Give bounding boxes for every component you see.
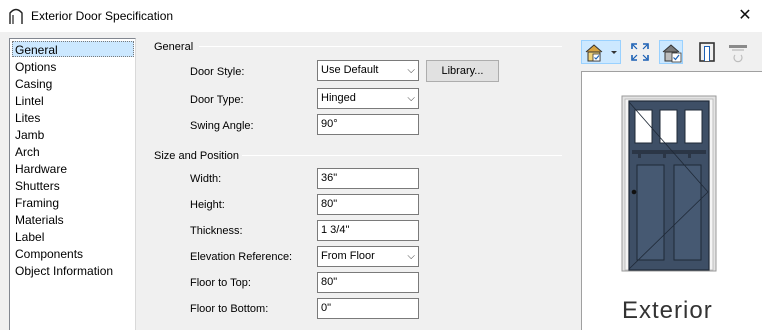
category-list[interactable]: General Options Casing Lintel Lites Jamb… xyxy=(9,38,136,330)
floor-to-bottom-field[interactable]: 0" xyxy=(317,298,419,319)
nav-item-hardware[interactable]: Hardware xyxy=(13,161,69,177)
size-group-title: Size and Position xyxy=(154,150,239,162)
door-style-label: Door Style: xyxy=(190,66,245,78)
door-preview-image xyxy=(621,95,717,272)
chevron-down-icon: ⌵ xyxy=(407,65,415,76)
door-type-label: Door Type: xyxy=(190,94,244,106)
house-check-icon xyxy=(662,44,682,63)
chevron-down-icon: ⌵ xyxy=(407,251,415,262)
nav-item-object-information[interactable]: Object Information xyxy=(13,263,115,279)
toggle-material-view-button[interactable] xyxy=(659,40,683,64)
door-type-value: Hinged xyxy=(321,92,356,104)
nav-item-lintel[interactable]: Lintel xyxy=(13,93,46,109)
height-field[interactable]: 80" xyxy=(317,194,419,215)
close-button[interactable]: ✕ xyxy=(734,6,756,26)
nav-item-general[interactable]: General xyxy=(12,41,134,57)
nav-item-components[interactable]: Components xyxy=(13,246,85,262)
thickness-label: Thickness: xyxy=(190,225,243,237)
library-button[interactable]: Library... xyxy=(426,60,499,82)
swing-angle-label: Swing Angle: xyxy=(190,120,254,132)
nav-item-framing[interactable]: Framing xyxy=(13,195,61,211)
nav-item-materials[interactable]: Materials xyxy=(13,212,66,228)
elevation-reference-label: Elevation Reference: xyxy=(190,251,293,263)
fill-window-button[interactable] xyxy=(628,40,652,64)
preview-caption: Exterior xyxy=(622,297,713,324)
door-style-value: Use Default xyxy=(321,64,379,76)
elevation-reference-dropdown[interactable]: From Floor ⌵ xyxy=(317,246,419,267)
door-type-dropdown[interactable]: Hinged ⌵ xyxy=(317,88,419,109)
nav-item-label[interactable]: Label xyxy=(13,229,46,245)
nav-item-arch[interactable]: Arch xyxy=(13,144,42,160)
nav-item-options[interactable]: Options xyxy=(13,59,58,75)
title-bar: Exterior Door Specification ✕ xyxy=(0,0,762,32)
size-group-divider xyxy=(242,155,562,156)
width-field[interactable]: 36" xyxy=(317,168,419,189)
elevation-reference-value: From Floor xyxy=(321,250,375,262)
nav-item-casing[interactable]: Casing xyxy=(13,76,54,92)
door-frame-icon xyxy=(699,42,715,62)
show-jamb-button[interactable] xyxy=(695,40,719,64)
floor-to-top-field[interactable]: 80" xyxy=(317,272,419,293)
house-view-icon xyxy=(585,44,617,62)
window-title: Exterior Door Specification xyxy=(31,9,174,23)
reverse-view-button[interactable] xyxy=(726,40,750,64)
nav-item-lites[interactable]: Lites xyxy=(13,110,42,126)
width-label: Width: xyxy=(190,173,222,185)
door-preview-panel: Exterior xyxy=(581,71,762,330)
view-type-dropdown-button[interactable] xyxy=(581,40,621,64)
general-group-divider xyxy=(199,46,562,47)
nav-item-jamb[interactable]: Jamb xyxy=(13,127,46,143)
door-app-icon xyxy=(9,8,23,24)
chevron-down-icon: ⌵ xyxy=(407,93,415,104)
floor-to-bottom-label: Floor to Bottom: xyxy=(190,303,269,315)
general-group-title: General xyxy=(154,41,194,53)
rotate-view-icon xyxy=(729,45,747,63)
expand-icon xyxy=(631,43,649,61)
nav-item-shutters[interactable]: Shutters xyxy=(13,178,62,194)
door-style-dropdown[interactable]: Use Default ⌵ xyxy=(317,60,419,81)
thickness-field[interactable]: 1 3/4" xyxy=(317,220,419,241)
swing-angle-field[interactable]: 90° xyxy=(317,114,419,135)
height-label: Height: xyxy=(190,199,225,211)
floor-to-top-label: Floor to Top: xyxy=(190,277,251,289)
